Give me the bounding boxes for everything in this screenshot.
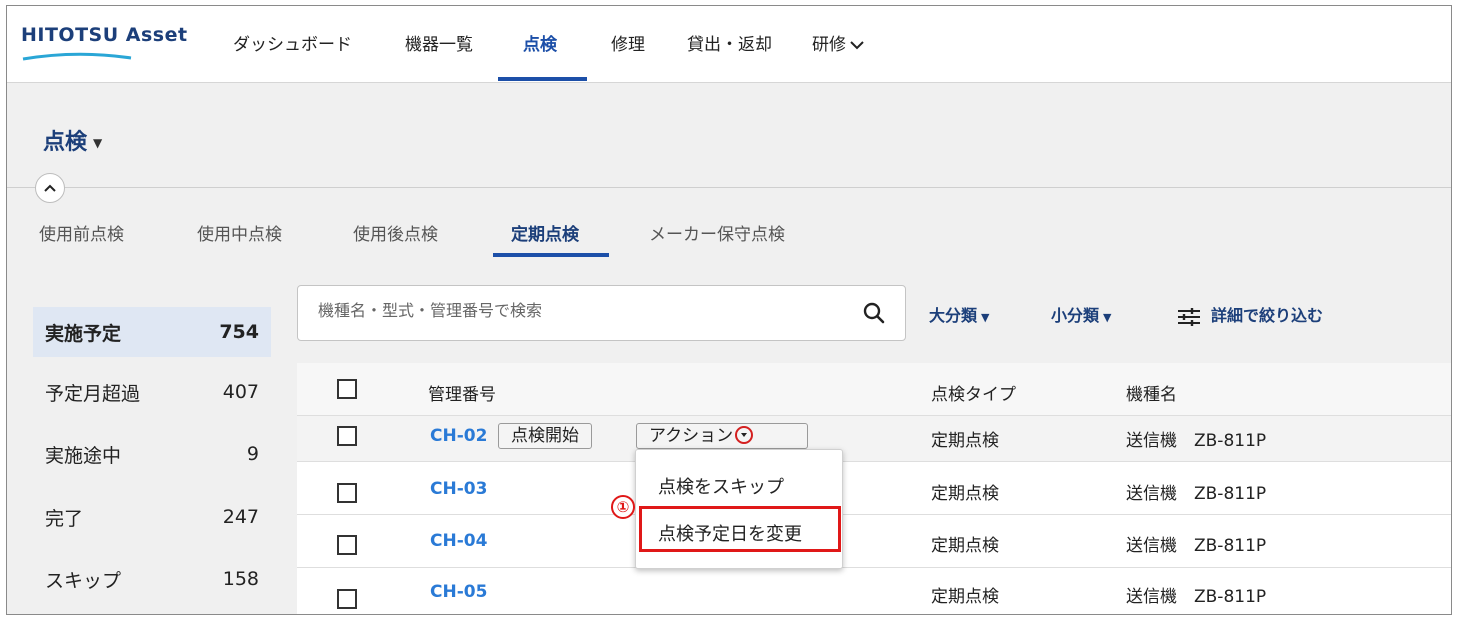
nav-inspection[interactable]: 点検 xyxy=(523,30,557,55)
collapse-button[interactable] xyxy=(35,173,65,203)
row-checkbox[interactable] xyxy=(337,426,357,446)
filter-label: 小分類 xyxy=(1051,306,1100,325)
major-category-filter[interactable]: 大分類 ▼ xyxy=(929,302,989,326)
equipment-id-link[interactable]: CH-03 xyxy=(430,479,487,499)
nav-repair[interactable]: 修理 xyxy=(611,30,645,55)
tab-active-indicator xyxy=(493,253,609,257)
start-inspection-button[interactable]: 点検開始 xyxy=(498,423,592,449)
caret-down-icon: ▼ xyxy=(93,136,103,150)
chevron-down-icon xyxy=(850,41,864,50)
inspection-type: 定期点検 xyxy=(931,536,999,556)
select-all-checkbox[interactable] xyxy=(337,379,357,399)
model-name: 送信機 ZB-811P xyxy=(1126,587,1267,607)
status-count: 407 xyxy=(222,381,259,403)
row-checkbox[interactable] xyxy=(337,535,357,555)
status-skipped[interactable]: スキップ 158 xyxy=(33,554,271,604)
status-completed[interactable]: 完了 247 xyxy=(33,492,271,542)
table-header: 管理番号 点検タイプ 機種名 xyxy=(297,363,1451,416)
status-count: 158 xyxy=(222,568,259,590)
chevron-up-icon xyxy=(44,184,56,192)
status-label: 完了 xyxy=(45,507,84,530)
table-row[interactable]: CH-04 定期点検 送信機 ZB-811P xyxy=(297,515,1451,568)
divider xyxy=(7,187,1451,188)
column-header-type: 点検タイプ xyxy=(931,385,1016,405)
nav-equipment-list[interactable]: 機器一覧 xyxy=(405,30,473,55)
column-header-id: 管理番号 xyxy=(428,385,496,405)
status-label: 予定月超過 xyxy=(45,382,141,405)
filter-label: 大分類 xyxy=(929,306,978,325)
table-row[interactable]: CH-03 定期点検 送信機 ZB-811P xyxy=(297,462,1451,515)
model-name: 送信機 ZB-811P xyxy=(1126,484,1267,504)
minor-category-filter[interactable]: 小分類 ▼ xyxy=(1051,302,1111,326)
tab-pre-use[interactable]: 使用前点検 xyxy=(39,220,124,245)
status-count: 247 xyxy=(222,506,259,528)
table-row[interactable]: CH-05 定期点検 送信機 ZB-811P xyxy=(297,568,1451,614)
model-name: 送信機 ZB-811P xyxy=(1126,536,1267,556)
inspection-table: 管理番号 点検タイプ 機種名 CH-02 点検開始 アクション 定期点検 送信機… xyxy=(297,363,1451,614)
nav-dashboard[interactable]: ダッシュボード xyxy=(233,30,352,55)
app-logo[interactable]: HITOTSU Asset xyxy=(21,24,188,46)
status-overdue[interactable]: 予定月超過 407 xyxy=(33,367,271,417)
inspection-type: 定期点検 xyxy=(931,431,999,451)
tab-in-use[interactable]: 使用中点検 xyxy=(197,220,282,245)
action-button-label: アクション xyxy=(649,426,734,446)
app-window: HITOTSU Asset ダッシュボード 機器一覧 点検 修理 貸出・返却 研… xyxy=(6,5,1452,615)
table-row[interactable]: CH-02 点検開始 アクション 定期点検 送信機 ZB-811P xyxy=(297,416,1451,462)
nav-training[interactable]: 研修 xyxy=(812,30,864,55)
inspection-type: 定期点検 xyxy=(931,587,999,607)
detail-filter-button[interactable]: 詳細で絞り込む xyxy=(1177,302,1323,327)
nav-lending[interactable]: 貸出・返却 xyxy=(687,30,772,55)
status-label: 実施予定 xyxy=(45,322,122,345)
search-icon[interactable] xyxy=(863,302,885,324)
search-box xyxy=(297,285,906,341)
inspection-type: 定期点検 xyxy=(931,484,999,504)
status-count: 754 xyxy=(219,321,259,343)
row-checkbox[interactable] xyxy=(337,589,357,609)
top-navigation: HITOTSU Asset ダッシュボード 機器一覧 点検 修理 貸出・返却 研… xyxy=(7,6,1451,83)
nav-training-label: 研修 xyxy=(812,35,846,55)
status-in-progress[interactable]: 実施途中 9 xyxy=(33,429,271,479)
caret-down-icon: ▼ xyxy=(981,311,990,324)
equipment-id-link[interactable]: CH-02 xyxy=(430,426,487,446)
model-name: 送信機 ZB-811P xyxy=(1126,431,1267,451)
caret-down-circle-icon xyxy=(735,426,754,444)
menu-item-skip-inspection[interactable]: 点検をスキップ xyxy=(658,473,784,499)
column-header-model: 機種名 xyxy=(1126,385,1177,405)
search-input[interactable] xyxy=(316,300,840,321)
status-label: 実施途中 xyxy=(45,444,122,467)
equipment-id-link[interactable]: CH-04 xyxy=(430,531,487,551)
caret-down-icon: ▼ xyxy=(1103,311,1112,324)
tab-periodic[interactable]: 定期点検 xyxy=(511,220,579,245)
sliders-icon xyxy=(1178,307,1200,326)
action-button[interactable]: アクション xyxy=(636,423,808,449)
page-title-dropdown[interactable]: 点検 ▼ xyxy=(43,124,102,156)
tab-post-use[interactable]: 使用後点検 xyxy=(353,220,438,245)
row-checkbox[interactable] xyxy=(337,483,357,503)
page-title: 点検 xyxy=(43,130,88,155)
filter-label: 詳細で絞り込む xyxy=(1211,306,1324,325)
status-scheduled[interactable]: 実施予定 754 xyxy=(33,307,271,357)
logo-swoosh-icon xyxy=(22,52,132,61)
nav-active-indicator xyxy=(498,77,587,81)
highlight-box xyxy=(639,506,841,552)
tab-maker-maintenance[interactable]: メーカー保守点検 xyxy=(649,220,785,245)
equipment-id-link[interactable]: CH-05 xyxy=(430,582,487,602)
status-label: スキップ xyxy=(45,569,122,592)
status-count: 9 xyxy=(246,443,259,465)
step-marker: ① xyxy=(611,495,635,519)
